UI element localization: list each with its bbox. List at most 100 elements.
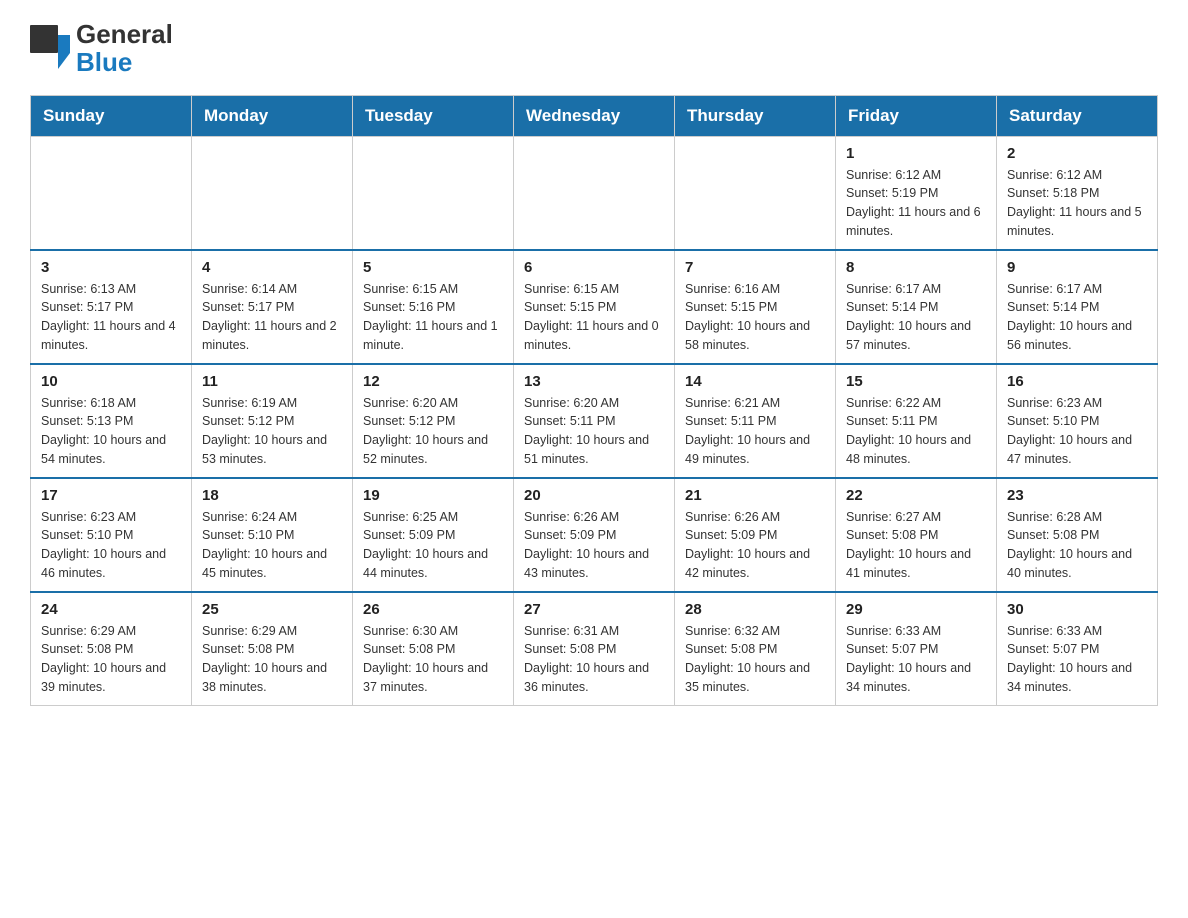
day-info: Sunrise: 6:31 AMSunset: 5:08 PMDaylight:… xyxy=(524,622,664,697)
day-info: Sunrise: 6:23 AMSunset: 5:10 PMDaylight:… xyxy=(41,508,181,583)
calendar-cell: 5 Sunrise: 6:15 AMSunset: 5:16 PMDaylight… xyxy=(353,250,514,364)
day-info: Sunrise: 6:17 AMSunset: 5:14 PMDaylight:… xyxy=(846,280,986,355)
calendar-cell: 14 Sunrise: 6:21 AMSunset: 5:11 PMDayligh… xyxy=(675,364,836,478)
day-info: Sunrise: 6:26 AMSunset: 5:09 PMDaylight:… xyxy=(685,508,825,583)
day-info: Sunrise: 6:21 AMSunset: 5:11 PMDaylight:… xyxy=(685,394,825,469)
day-number: 23 xyxy=(1007,487,1147,504)
calendar-cell: 11 Sunrise: 6:19 AMSunset: 5:12 PMDayligh… xyxy=(192,364,353,478)
calendar-cell: 28 Sunrise: 6:32 AMSunset: 5:08 PMDayligh… xyxy=(675,592,836,706)
calendar-cell: 19 Sunrise: 6:25 AMSunset: 5:09 PMDayligh… xyxy=(353,478,514,592)
weekday-header-saturday: Saturday xyxy=(997,95,1158,136)
day-number: 15 xyxy=(846,373,986,390)
calendar-cell xyxy=(192,136,353,250)
day-number: 12 xyxy=(363,373,503,390)
page-header: General Blue xyxy=(30,20,1158,75)
day-number: 14 xyxy=(685,373,825,390)
calendar-cell: 17 Sunrise: 6:23 AMSunset: 5:10 PMDayligh… xyxy=(31,478,192,592)
calendar-cell: 20 Sunrise: 6:26 AMSunset: 5:09 PMDayligh… xyxy=(514,478,675,592)
day-number: 24 xyxy=(41,601,181,618)
day-info: Sunrise: 6:28 AMSunset: 5:08 PMDaylight:… xyxy=(1007,508,1147,583)
calendar-header-row: SundayMondayTuesdayWednesdayThursdayFrid… xyxy=(31,95,1158,136)
calendar-cell: 21Sunrise: 6:26 AMSunset: 5:09 PMDayligh… xyxy=(675,478,836,592)
calendar-cell: 25 Sunrise: 6:29 AMSunset: 5:08 PMDayligh… xyxy=(192,592,353,706)
weekday-header-friday: Friday xyxy=(836,95,997,136)
calendar-cell: 27 Sunrise: 6:31 AMSunset: 5:08 PMDayligh… xyxy=(514,592,675,706)
calendar-week-2: 3Sunrise: 6:13 AMSunset: 5:17 PMDaylight… xyxy=(31,250,1158,364)
day-info: Sunrise: 6:29 AMSunset: 5:08 PMDaylight:… xyxy=(202,622,342,697)
day-number: 27 xyxy=(524,601,664,618)
day-info: Sunrise: 6:24 AMSunset: 5:10 PMDaylight:… xyxy=(202,508,342,583)
day-info: Sunrise: 6:12 AMSunset: 5:19 PMDaylight:… xyxy=(846,166,986,241)
calendar-cell xyxy=(31,136,192,250)
calendar-cell xyxy=(514,136,675,250)
logo-icon xyxy=(30,25,70,69)
day-info: Sunrise: 6:22 AMSunset: 5:11 PMDaylight:… xyxy=(846,394,986,469)
day-number: 16 xyxy=(1007,373,1147,390)
day-info: Sunrise: 6:25 AMSunset: 5:09 PMDaylight:… xyxy=(363,508,503,583)
day-info: Sunrise: 6:20 AMSunset: 5:12 PMDaylight:… xyxy=(363,394,503,469)
day-info: Sunrise: 6:26 AMSunset: 5:09 PMDaylight:… xyxy=(524,508,664,583)
calendar-cell: 8 Sunrise: 6:17 AMSunset: 5:14 PMDaylight… xyxy=(836,250,997,364)
day-info: Sunrise: 6:18 AMSunset: 5:13 PMDaylight:… xyxy=(41,394,181,469)
day-info: Sunrise: 6:20 AMSunset: 5:11 PMDaylight:… xyxy=(524,394,664,469)
logo-general-text: General xyxy=(76,20,173,49)
day-number: 7 xyxy=(685,259,825,276)
day-info: Sunrise: 6:15 AMSunset: 5:15 PMDaylight:… xyxy=(524,280,664,355)
day-info: Sunrise: 6:12 AMSunset: 5:18 PMDaylight:… xyxy=(1007,166,1147,241)
day-number: 9 xyxy=(1007,259,1147,276)
day-info: Sunrise: 6:17 AMSunset: 5:14 PMDaylight:… xyxy=(1007,280,1147,355)
day-number: 11 xyxy=(202,373,342,390)
weekday-header-monday: Monday xyxy=(192,95,353,136)
calendar-cell xyxy=(675,136,836,250)
calendar-cell: 16 Sunrise: 6:23 AMSunset: 5:10 PMDayligh… xyxy=(997,364,1158,478)
calendar-cell: 18Sunrise: 6:24 AMSunset: 5:10 PMDayligh… xyxy=(192,478,353,592)
calendar-cell: 29Sunrise: 6:33 AMSunset: 5:07 PMDayligh… xyxy=(836,592,997,706)
day-number: 25 xyxy=(202,601,342,618)
calendar-week-5: 24 Sunrise: 6:29 AMSunset: 5:08 PMDayligh… xyxy=(31,592,1158,706)
calendar-cell: 10 Sunrise: 6:18 AMSunset: 5:13 PMDayligh… xyxy=(31,364,192,478)
calendar-cell: 30Sunrise: 6:33 AMSunset: 5:07 PMDayligh… xyxy=(997,592,1158,706)
calendar-cell: 7 Sunrise: 6:16 AMSunset: 5:15 PMDaylight… xyxy=(675,250,836,364)
day-info: Sunrise: 6:33 AMSunset: 5:07 PMDaylight:… xyxy=(1007,622,1147,697)
calendar-week-4: 17 Sunrise: 6:23 AMSunset: 5:10 PMDayligh… xyxy=(31,478,1158,592)
day-number: 13 xyxy=(524,373,664,390)
calendar-cell xyxy=(353,136,514,250)
weekday-header-wednesday: Wednesday xyxy=(514,95,675,136)
day-info: Sunrise: 6:16 AMSunset: 5:15 PMDaylight:… xyxy=(685,280,825,355)
day-number: 6 xyxy=(524,259,664,276)
day-info: Sunrise: 6:33 AMSunset: 5:07 PMDaylight:… xyxy=(846,622,986,697)
logo: General Blue xyxy=(30,20,173,75)
calendar-week-3: 10 Sunrise: 6:18 AMSunset: 5:13 PMDayligh… xyxy=(31,364,1158,478)
calendar-cell: 26 Sunrise: 6:30 AMSunset: 5:08 PMDayligh… xyxy=(353,592,514,706)
day-number: 17 xyxy=(41,487,181,504)
day-number: 26 xyxy=(363,601,503,618)
calendar-cell: 1Sunrise: 6:12 AMSunset: 5:19 PMDaylight… xyxy=(836,136,997,250)
calendar-cell: 22Sunrise: 6:27 AMSunset: 5:08 PMDayligh… xyxy=(836,478,997,592)
calendar-cell: 15 Sunrise: 6:22 AMSunset: 5:11 PMDayligh… xyxy=(836,364,997,478)
day-info: Sunrise: 6:15 AMSunset: 5:16 PMDaylight:… xyxy=(363,280,503,355)
calendar-week-1: 1Sunrise: 6:12 AMSunset: 5:19 PMDaylight… xyxy=(31,136,1158,250)
day-number: 28 xyxy=(685,601,825,618)
day-info: Sunrise: 6:19 AMSunset: 5:12 PMDaylight:… xyxy=(202,394,342,469)
day-info: Sunrise: 6:29 AMSunset: 5:08 PMDaylight:… xyxy=(41,622,181,697)
day-number: 20 xyxy=(524,487,664,504)
day-number: 4 xyxy=(202,259,342,276)
day-info: Sunrise: 6:30 AMSunset: 5:08 PMDaylight:… xyxy=(363,622,503,697)
day-number: 3 xyxy=(41,259,181,276)
day-number: 19 xyxy=(363,487,503,504)
logo-blue-text: Blue xyxy=(76,49,173,75)
day-number: 8 xyxy=(846,259,986,276)
calendar-cell: 4Sunrise: 6:14 AMSunset: 5:17 PMDaylight… xyxy=(192,250,353,364)
day-info: Sunrise: 6:23 AMSunset: 5:10 PMDaylight:… xyxy=(1007,394,1147,469)
day-info: Sunrise: 6:32 AMSunset: 5:08 PMDaylight:… xyxy=(685,622,825,697)
day-number: 5 xyxy=(363,259,503,276)
day-number: 10 xyxy=(41,373,181,390)
calendar-cell: 13 Sunrise: 6:20 AMSunset: 5:11 PMDayligh… xyxy=(514,364,675,478)
day-info: Sunrise: 6:27 AMSunset: 5:08 PMDaylight:… xyxy=(846,508,986,583)
calendar-cell: 24 Sunrise: 6:29 AMSunset: 5:08 PMDayligh… xyxy=(31,592,192,706)
day-number: 2 xyxy=(1007,145,1147,162)
weekday-header-tuesday: Tuesday xyxy=(353,95,514,136)
calendar-cell: 9 Sunrise: 6:17 AMSunset: 5:14 PMDaylight… xyxy=(997,250,1158,364)
weekday-header-thursday: Thursday xyxy=(675,95,836,136)
calendar-cell: 6 Sunrise: 6:15 AMSunset: 5:15 PMDaylight… xyxy=(514,250,675,364)
